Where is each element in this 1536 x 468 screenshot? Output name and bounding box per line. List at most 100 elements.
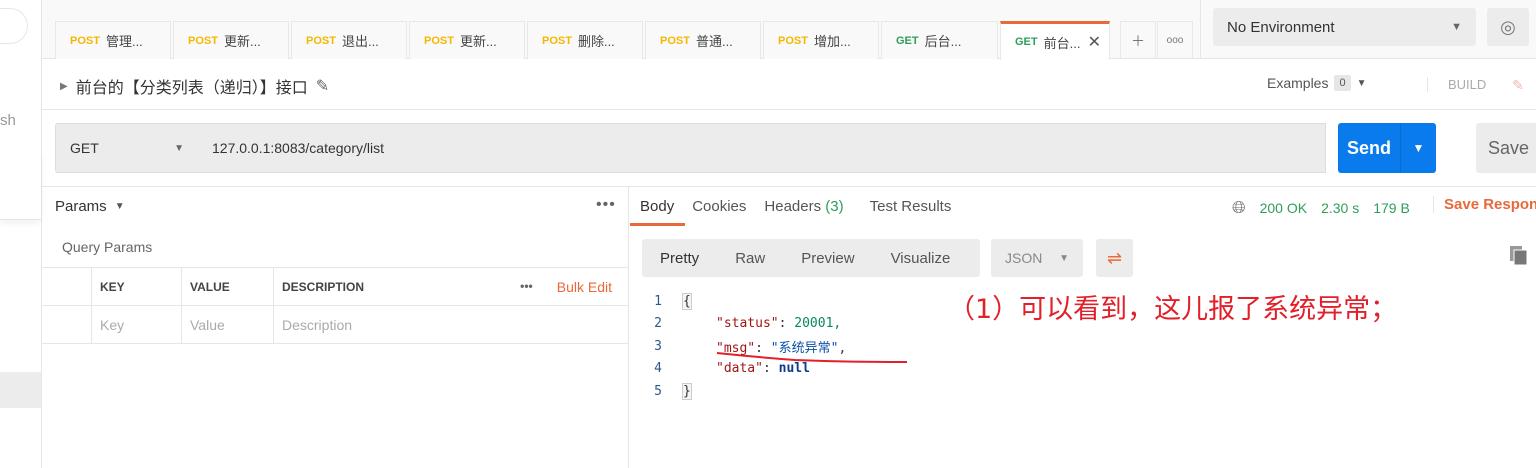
bulk-edit-link[interactable]: Bulk Edit: [557, 279, 612, 295]
tab-test-results[interactable]: Test Results: [870, 198, 952, 215]
column-header-key: KEY: [92, 268, 182, 305]
url-input[interactable]: 127.0.0.1:8083/category/list: [198, 123, 1326, 173]
method-badge: POST: [660, 34, 690, 47]
request-tab[interactable]: POST 更新...: [173, 21, 289, 59]
divider: [1200, 0, 1201, 59]
query-params-heading: Query Params: [62, 239, 153, 255]
tab-label: 退出...: [341, 34, 379, 49]
method-badge: POST: [70, 34, 100, 47]
chevron-down-icon: ▼: [1356, 77, 1367, 89]
sidebar-partial-text: sh: [0, 112, 16, 129]
send-button[interactable]: Send ▼: [1338, 123, 1436, 173]
tab-label: 管理...: [105, 34, 143, 49]
request-tab[interactable]: POST 普通...: [645, 21, 761, 59]
response-tabs: Body Cookies Headers (3) Test Results: [640, 198, 951, 215]
tab-body[interactable]: Body: [640, 198, 674, 215]
edit-pencil-icon[interactable]: ✎: [316, 76, 329, 96]
red-underline-annotation: [716, 352, 908, 363]
pane-splitter[interactable]: [628, 187, 629, 468]
globe-icon[interactable]: 🌐︎: [1232, 198, 1246, 218]
table-row: Key Value Description: [42, 306, 628, 344]
line-number: 3: [654, 338, 662, 354]
description-header-label: DESCRIPTION: [282, 279, 365, 294]
code-text: }: [682, 382, 692, 400]
view-mode-tabs: Pretty Raw Preview Visualize: [642, 239, 980, 277]
chevron-down-icon: ▼: [174, 142, 184, 154]
headers-count: (3): [825, 198, 844, 215]
checkbox-column: [42, 268, 92, 305]
line-number: 4: [654, 361, 662, 377]
column-header-value: VALUE: [182, 268, 274, 305]
request-tab[interactable]: POST 删除...: [527, 21, 643, 59]
method-badge: GET: [896, 34, 919, 47]
caret-right-icon[interactable]: ▶: [60, 81, 68, 92]
format-label: JSON: [1005, 250, 1043, 266]
format-select[interactable]: JSON ▼: [991, 239, 1083, 277]
table-header-row: KEY VALUE DESCRIPTION ••• Bulk Edit: [42, 268, 628, 306]
environment-select[interactable]: No Environment ▼: [1213, 8, 1476, 46]
code-text: {: [682, 292, 692, 310]
chevron-down-icon: ▼: [1451, 21, 1462, 33]
line-number: 1: [654, 293, 662, 309]
tab-label: 更新...: [223, 34, 261, 49]
more-options-icon[interactable]: •••: [596, 196, 616, 214]
value-input[interactable]: Value: [182, 306, 274, 343]
sidebar-panel: [0, 150, 41, 220]
edit-icon[interactable]: ✎: [1500, 67, 1536, 103]
method-select[interactable]: GET ▼: [55, 123, 199, 173]
chevron-down-icon: ▼: [114, 201, 125, 212]
tab-headers[interactable]: Headers (3): [764, 198, 843, 215]
json-value: 20001,: [794, 316, 842, 332]
request-tab[interactable]: POST 增加...: [763, 21, 879, 59]
eye-icon: ◎: [1500, 16, 1516, 37]
request-tab[interactable]: POST 退出...: [291, 21, 407, 59]
request-tab[interactable]: POST 管理...: [55, 21, 171, 59]
request-tab[interactable]: GET 后台...: [881, 21, 998, 59]
line-number: 2: [654, 316, 662, 332]
tab-label: 前台...: [1043, 35, 1081, 51]
view-visualize[interactable]: Visualize: [873, 250, 969, 267]
description-input[interactable]: Description: [274, 306, 628, 343]
tab-cookies[interactable]: Cookies: [692, 198, 746, 215]
params-table: KEY VALUE DESCRIPTION ••• Bulk Edit Key Va…: [42, 267, 628, 344]
wrap-lines-icon[interactable]: ⇌: [1096, 239, 1133, 277]
examples-count: 0: [1334, 75, 1351, 91]
request-tab[interactable]: GET 前台... ✕: [1000, 21, 1110, 60]
method-badge: POST: [188, 34, 218, 47]
save-button[interactable]: Save: [1476, 123, 1536, 173]
view-pretty[interactable]: Pretty: [642, 250, 717, 267]
sidebar-search[interactable]: [0, 8, 28, 44]
environment-quick-look-button[interactable]: ◎: [1487, 8, 1529, 46]
method-badge: POST: [778, 34, 808, 47]
examples-dropdown[interactable]: Examples 0 ▼: [1267, 75, 1367, 91]
copy-icon[interactable]: [1510, 246, 1528, 266]
params-label: Params: [55, 198, 107, 215]
send-label: Send: [1346, 137, 1391, 158]
examples-label: Examples: [1267, 75, 1329, 91]
row-checkbox[interactable]: [42, 306, 92, 343]
params-dropdown[interactable]: Params ▼: [55, 198, 125, 215]
code-line: 1{: [640, 290, 846, 313]
environment-label: No Environment: [1227, 18, 1335, 36]
new-tab-button[interactable]: ＋: [1120, 21, 1156, 59]
view-preview[interactable]: Preview: [783, 250, 872, 267]
request-tab[interactable]: POST 更新...: [409, 21, 525, 59]
sidebar-selected-item[interactable]: [0, 372, 41, 408]
response-status-bar: 🌐︎ 200 OK 2.30 s 179 B: [1232, 198, 1410, 218]
tab-label: 普通...: [695, 34, 733, 49]
line-number: 5: [654, 383, 662, 399]
key-input[interactable]: Key: [92, 306, 182, 343]
view-raw[interactable]: Raw: [717, 250, 783, 267]
close-icon[interactable]: ✕: [1088, 32, 1101, 52]
chevron-down-icon: ▼: [1059, 252, 1069, 264]
save-response-button[interactable]: Save Response: [1433, 196, 1536, 213]
method-badge: POST: [306, 34, 336, 47]
more-options-icon[interactable]: •••: [520, 279, 533, 295]
send-options-chevron-icon[interactable]: ▼: [1400, 123, 1436, 173]
method-badge: GET: [1015, 36, 1038, 48]
more-tabs-button[interactable]: ooo: [1157, 21, 1193, 59]
build-button[interactable]: BUILD: [1427, 77, 1486, 92]
tab-label: 更新...: [459, 34, 497, 49]
response-body: 1{ 2 "status": 20001, 3 "msg": "系统异常", 4 "d…: [640, 290, 846, 403]
tab-label: 后台...: [924, 34, 962, 49]
